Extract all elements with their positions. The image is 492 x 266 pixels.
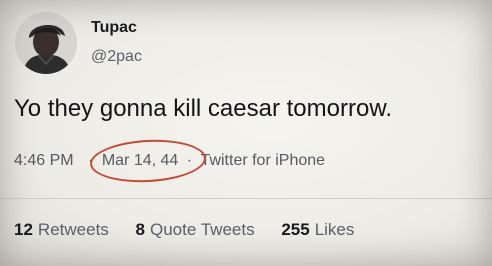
engagement-stats: 12 Retweets 8 Quote Tweets 255 Likes — [14, 220, 376, 240]
avatar[interactable] — [15, 12, 77, 74]
tweet-source[interactable]: Twitter for iPhone — [201, 152, 326, 170]
quote-tweets-stat[interactable]: 8 Quote Tweets — [136, 220, 255, 240]
tweet-meta: 4:46 PM · Mar 14, 44 · Twitter for iPhon… — [14, 136, 326, 186]
tweet-text: Yo they gonna kill caesar tomorrow. — [14, 95, 392, 122]
likes-count: 255 — [281, 220, 310, 239]
annotation-circle — [88, 136, 207, 186]
divider — [0, 198, 492, 199]
quote-tweets-label: Quote Tweets — [150, 220, 255, 239]
likes-label: Likes — [314, 220, 355, 239]
tweet-card: Tupac @2pac Yo they gonna kill caesar to… — [0, 0, 492, 266]
retweets-label: Retweets — [37, 220, 109, 239]
likes-stat[interactable]: 255 Likes — [281, 220, 354, 240]
tweet-time[interactable]: 4:46 PM — [14, 152, 74, 170]
tweet-date-wrapper: Mar 14, 44 — [88, 136, 207, 186]
quote-tweets-count: 8 — [135, 220, 145, 239]
retweets-count: 12 — [14, 220, 33, 239]
author-display-name[interactable]: Tupac — [91, 19, 137, 37]
retweets-stat[interactable]: 12 Retweets — [14, 220, 109, 240]
author-handle[interactable]: @2pac — [91, 48, 142, 66]
